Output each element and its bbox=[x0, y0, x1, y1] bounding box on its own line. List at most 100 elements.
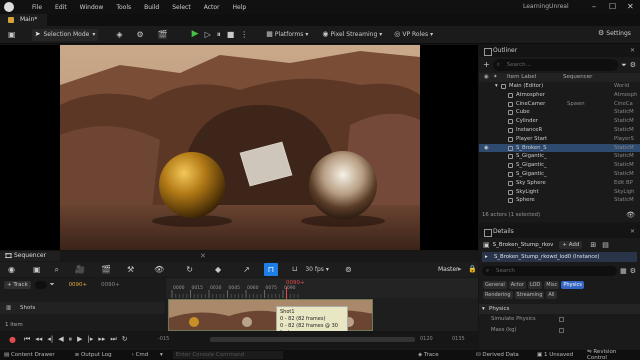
curve-icon[interactable]: ↗ bbox=[243, 265, 250, 274]
details-search-input[interactable]: ⌕ Search bbox=[482, 266, 618, 276]
filter-general[interactable]: General bbox=[483, 281, 507, 289]
stop-icon[interactable]: ■ bbox=[227, 30, 235, 39]
add-actor-icon[interactable]: ◈ bbox=[116, 30, 122, 39]
view-end-readout[interactable]: 0120 bbox=[420, 336, 433, 342]
outliner-row[interactable]: Sky Sphere Edit BP bbox=[479, 179, 640, 188]
chevron-down-icon[interactable]: ▾ bbox=[495, 82, 498, 91]
key-icon[interactable]: ◆ bbox=[215, 265, 221, 274]
end-frame-readout[interactable]: 0090+ bbox=[101, 282, 120, 288]
range-end-readout[interactable]: 0135 bbox=[452, 336, 465, 342]
outliner-row[interactable]: S_Gigantic_ StaticM bbox=[479, 170, 640, 179]
render-icon[interactable]: 🎬 bbox=[101, 265, 111, 274]
menu-edit[interactable]: Edit bbox=[55, 4, 67, 11]
record-icon[interactable]: ● bbox=[9, 335, 16, 344]
gear-icon[interactable]: ⚙ bbox=[630, 267, 636, 275]
outliner-row[interactable]: ◉ S_Broken_S StaticM bbox=[479, 143, 640, 153]
sequencer-column[interactable]: Sequencer bbox=[563, 73, 592, 82]
filter-physics[interactable]: Physics bbox=[561, 281, 584, 289]
outliner-row[interactable]: InstanceR StaticM bbox=[479, 126, 640, 135]
marker-icon[interactable]: ⊚ bbox=[345, 265, 352, 274]
menu-select[interactable]: Select bbox=[172, 4, 191, 11]
snap-toggle-icon[interactable]: ⊓ bbox=[263, 263, 278, 276]
settings-button[interactable]: ⚙ Settings bbox=[598, 30, 631, 38]
play-icon[interactable]: ▶ bbox=[192, 30, 199, 39]
add-component-button[interactable]: + Add bbox=[559, 241, 583, 249]
visibility-icon[interactable]: ◉ bbox=[484, 144, 489, 153]
forward-icon[interactable]: ▸ bbox=[458, 265, 462, 273]
play-icon[interactable]: ▶ bbox=[77, 336, 82, 343]
filter-icon[interactable]: ⏷ bbox=[50, 282, 55, 288]
view-options-icon[interactable]: 👁 bbox=[154, 265, 164, 274]
visibility-column-icon[interactable]: ◉ bbox=[484, 73, 489, 82]
search-tracks-input[interactable] bbox=[34, 281, 47, 289]
pause-icon[interactable]: ⏸ bbox=[217, 30, 221, 39]
frame-rate-dropdown[interactable]: 30 fps ▾ bbox=[305, 266, 329, 273]
lock-icon[interactable]: 🔒 bbox=[468, 265, 477, 273]
simulate-physics-checkbox[interactable] bbox=[559, 317, 564, 322]
next-key-icon[interactable]: ▸▸ bbox=[98, 336, 105, 343]
outliner-row[interactable]: Player Start PlayerS bbox=[479, 135, 640, 144]
outliner-row[interactable]: Sphere StaticM bbox=[479, 196, 640, 205]
playback-options-icon[interactable]: ↻ bbox=[186, 265, 193, 274]
content-drawer-button[interactable]: ▤ Content Drawer bbox=[4, 352, 65, 358]
minimize-icon[interactable]: – bbox=[592, 2, 596, 11]
outliner-row[interactable]: SkyLight SkyLigh bbox=[479, 188, 640, 197]
selection-mode-dropdown[interactable]: ➤ Selection Mode ▾ bbox=[31, 28, 99, 41]
menu-actor[interactable]: Actor bbox=[204, 4, 220, 11]
current-frame-readout[interactable]: 0090+ bbox=[69, 282, 88, 288]
pixel-streaming-button[interactable]: ◉ Pixel Streaming ▾ bbox=[322, 31, 382, 39]
jump-to-start-icon[interactable]: ⏮ bbox=[24, 336, 30, 343]
sequencer-tab[interactable]: 🎞 Sequencer bbox=[0, 251, 60, 261]
viewport-scene-image[interactable] bbox=[60, 45, 420, 250]
menu-file[interactable]: File bbox=[32, 4, 42, 11]
blueprint-icon[interactable]: ⚙ bbox=[137, 30, 144, 39]
blueprint-icon[interactable]: ⊞ bbox=[590, 241, 596, 249]
close-icon[interactable]: ✕ bbox=[627, 2, 634, 11]
output-log-button[interactable]: ≡ Output Log bbox=[75, 352, 122, 358]
outliner-search-input[interactable]: ⌕ Search... bbox=[492, 59, 619, 71]
filter-icon[interactable]: ⏷ bbox=[621, 61, 627, 69]
outliner-row[interactable]: Atmospher Atmosph bbox=[479, 91, 640, 100]
filter-rendering[interactable]: Rendering bbox=[483, 291, 513, 299]
revision-control-button[interactable]: ⇋ Revision Control bbox=[587, 349, 630, 360]
loop-icon[interactable]: ↻ bbox=[122, 336, 128, 343]
add-icon[interactable]: + bbox=[483, 61, 490, 69]
gear-icon[interactable]: ⚙ bbox=[630, 61, 636, 69]
filter-streaming[interactable]: Streaming bbox=[514, 291, 545, 299]
camera-icon[interactable]: 🎥 bbox=[75, 265, 85, 274]
outliner-row[interactable]: CineCamer Spawn CineCa bbox=[479, 100, 640, 109]
menu-help[interactable]: Help bbox=[233, 4, 247, 11]
chrome-sphere[interactable] bbox=[309, 151, 377, 219]
outliner-row[interactable]: Cube StaticM bbox=[479, 108, 640, 117]
previous-key-icon[interactable]: ◂◂ bbox=[35, 336, 42, 343]
close-icon[interactable]: ✕ bbox=[630, 226, 635, 238]
play-options-icon[interactable]: ▷ bbox=[205, 30, 211, 39]
range-start-readout[interactable]: -015 bbox=[158, 336, 169, 342]
outliner-row[interactable]: S_Gigantic_ StaticM bbox=[479, 161, 640, 170]
menu-window[interactable]: Window bbox=[80, 4, 104, 11]
save-icon[interactable]: ▣ bbox=[8, 30, 16, 39]
layout-icon[interactable]: ▤ bbox=[602, 241, 609, 249]
maximize-icon[interactable]: ☐ bbox=[609, 2, 616, 11]
close-icon[interactable]: ✕ bbox=[200, 252, 206, 260]
level-tab[interactable]: Main* bbox=[0, 14, 48, 26]
save-icon[interactable]: ▣ bbox=[33, 265, 41, 274]
derived-data-button[interactable]: ⛁ Derived Data bbox=[476, 352, 529, 358]
world-icon[interactable]: ◉ bbox=[8, 265, 15, 274]
jump-to-end-icon[interactable]: ⏭ bbox=[110, 336, 116, 343]
tools-icon[interactable]: ⚒ bbox=[127, 265, 134, 274]
cinematics-icon[interactable]: 🎬 bbox=[158, 30, 168, 39]
step-forward-icon[interactable]: |▸ bbox=[87, 336, 93, 343]
unsaved-button[interactable]: ▣ 1 Unsaved bbox=[537, 352, 583, 358]
find-icon[interactable]: ⌕ bbox=[55, 265, 59, 274]
console-command-input[interactable]: Enter Console Command bbox=[172, 351, 283, 359]
vp-roles-button[interactable]: ◎ VP Roles ▾ bbox=[394, 31, 433, 39]
play-reverse-icon[interactable]: ◀ bbox=[58, 336, 63, 343]
filter-actor[interactable]: Actor bbox=[508, 281, 526, 289]
shots-track[interactable]: ▥ Shots bbox=[0, 302, 165, 314]
sequence-name[interactable]: Master bbox=[438, 266, 459, 273]
component-row[interactable]: ▸ S_Broken_Stump_rkowd_lod0 (Instance) bbox=[482, 252, 637, 262]
actor-name-field[interactable]: S_Broken_Stump_rkov bbox=[493, 242, 554, 248]
menu-build[interactable]: Build bbox=[144, 4, 159, 11]
cmd-dropdown[interactable]: › Cmd ▾ bbox=[132, 352, 163, 358]
